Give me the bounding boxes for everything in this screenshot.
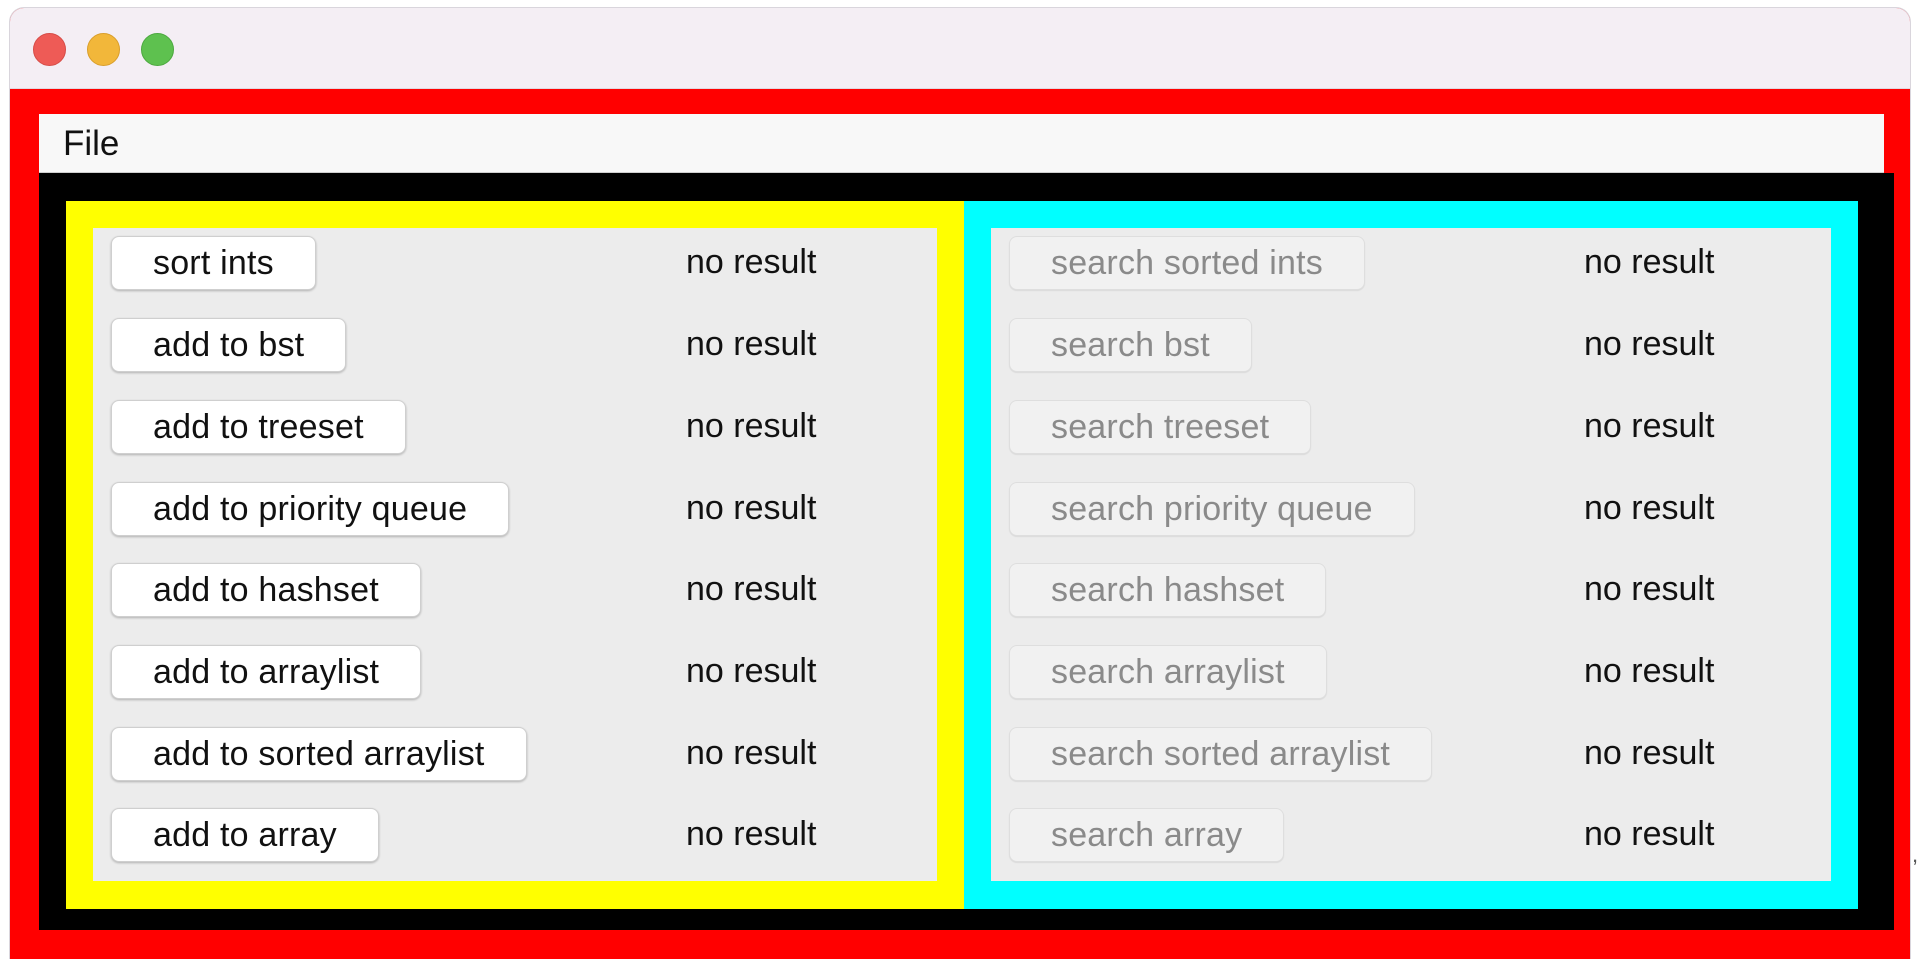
search-sorted-ints-button: search sorted ints [1009,236,1365,290]
search-bst-button: search bst [1009,318,1252,372]
add-to-bst-button[interactable]: add to bst [111,318,347,372]
search-arraylist-result: no result [1584,652,1715,690]
search-sorted-ints-result: no result [1584,243,1715,281]
left-row-arraylist: add to arraylist no result [93,637,937,699]
search-treeset-result: no result [1584,407,1715,445]
right-panel-border: search sorted ints no result search bst … [964,201,1858,909]
right-row-sorted-ints: search sorted ints no result [991,228,1831,290]
search-treeset-button: search treeset [1009,400,1312,454]
add-to-priority-queue-button[interactable]: add to priority queue [111,482,510,536]
left-row-sorted-arraylist: add to sorted arraylist no result [93,719,937,781]
search-arraylist-button: search arraylist [1009,645,1327,699]
search-bst-result: no result [1584,325,1715,363]
right-row-priority-queue: search priority queue no result [991,474,1831,536]
add-to-treeset-result: no result [686,407,817,445]
search-priority-queue-button: search priority queue [1009,482,1415,536]
search-sorted-arraylist-button: search sorted arraylist [1009,727,1433,781]
search-hashset-button: search hashset [1009,563,1327,617]
search-array-result: no result [1584,815,1715,853]
sort-ints-result: no result [686,243,817,281]
right-row-sorted-arraylist: search sorted arraylist no result [991,719,1831,781]
left-row-sort-ints: sort ints no result [93,228,937,290]
add-to-arraylist-button[interactable]: add to arraylist [111,645,422,699]
add-to-hashset-button[interactable]: add to hashset [111,563,421,617]
search-sorted-arraylist-result: no result [1584,734,1715,772]
right-panel: search sorted ints no result search bst … [991,228,1831,881]
close-window-icon[interactable] [33,33,66,66]
sort-ints-button[interactable]: sort ints [111,236,316,290]
add-to-bst-result: no result [686,325,817,363]
left-row-priority-queue: add to priority queue no result [93,474,937,536]
right-row-hashset: search hashset no result [991,555,1831,617]
add-to-array-result: no result [686,815,817,853]
left-row-treeset: add to treeset no result [93,392,937,454]
stray-comma-mark: , [1912,842,1919,867]
zoom-window-icon[interactable] [141,33,174,66]
add-to-sorted-arraylist-button[interactable]: add to sorted arraylist [111,727,527,781]
add-to-sorted-arraylist-result: no result [686,734,817,772]
left-row-array: add to array no result [93,800,937,862]
add-to-treeset-button[interactable]: add to treeset [111,400,406,454]
search-array-button: search array [1009,808,1285,862]
search-hashset-result: no result [1584,570,1715,608]
title-bar [10,8,1910,89]
right-row-array: search array no result [991,800,1831,862]
right-row-treeset: search treeset no result [991,392,1831,454]
app-window: File sort ints no result add to bst no r… [10,8,1910,959]
search-priority-queue-result: no result [1584,489,1715,527]
left-panel: sort ints no result add to bst no result… [93,228,937,881]
right-row-bst: search bst no result [991,310,1831,372]
add-to-array-button[interactable]: add to array [111,808,379,862]
add-to-priority-queue-result: no result [686,489,817,527]
left-row-hashset: add to hashset no result [93,555,937,617]
left-row-bst: add to bst no result [93,310,937,372]
add-to-hashset-result: no result [686,570,817,608]
content-frame: sort ints no result add to bst no result… [39,173,1894,930]
right-row-arraylist: search arraylist no result [991,637,1831,699]
menu-bar: File [39,114,1884,173]
left-panel-border: sort ints no result add to bst no result… [66,201,964,909]
file-menu[interactable]: File [63,126,119,161]
minimize-window-icon[interactable] [87,33,120,66]
add-to-arraylist-result: no result [686,652,817,690]
